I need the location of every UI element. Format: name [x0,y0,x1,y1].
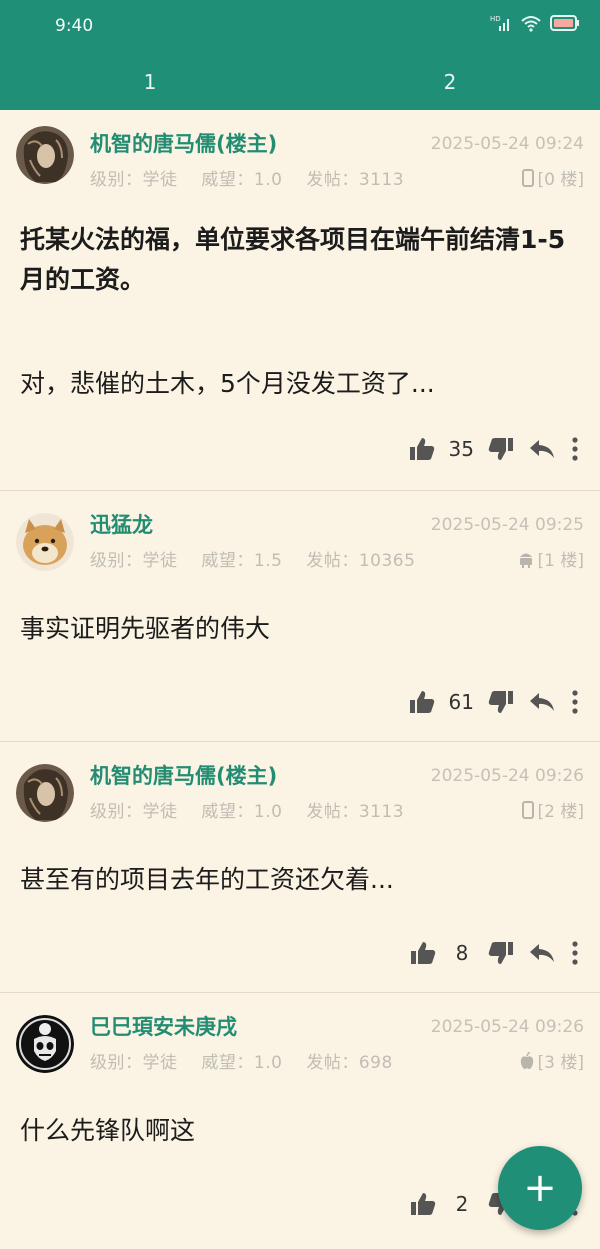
username[interactable]: 机智的唐马儒(楼主) [90,128,277,158]
avatar[interactable] [16,1015,74,1073]
post-time: 2025-05-24 09:25 [430,515,584,535]
avatar[interactable] [16,126,74,184]
top-bar: 9:40 HD 1 2 [0,0,600,110]
username[interactable]: 迅猛龙 [90,509,153,539]
user-level: 级别：学徒 [90,802,178,822]
user-post-count: 发帖：3113 [306,170,405,190]
wifi-icon [520,14,542,32]
post-floor-0: 机智的唐马儒(楼主) 2025-05-24 09:24 级别：学徒 威望：1.0… [0,110,600,491]
post-time: 2025-05-24 09:24 [430,134,584,154]
floor-label: [1 楼] [518,546,584,571]
user-post-count: 发帖：698 [306,1053,393,1073]
more-options-icon[interactable] [570,940,580,966]
post-text: 什么先锋队啊这 [20,1116,196,1145]
post-text: 对，悲催的土木，5个月没发工资了... [20,369,435,398]
user-meta: 级别：学徒 威望：1.0 发帖：3113 [90,165,422,190]
avatar[interactable] [16,764,74,822]
phone-icon [521,168,534,187]
plus-icon: + [523,1165,557,1211]
tab-page-2[interactable]: 2 [300,64,600,100]
user-level: 级别：学徒 [90,1053,178,1073]
user-prestige: 威望：1.0 [201,802,283,822]
floor-label: [2 楼] [521,797,584,822]
phone-icon [521,800,534,819]
post-text-bold: 托某火法的福，单位要求各项目在端午前结清1-5月的工资。 [20,225,566,294]
post-text: 事实证明先驱者的伟大 [20,614,271,643]
status-time: 9:40 [55,16,94,36]
floor-number: [0 楼] [537,170,584,190]
like-count: 61 [448,690,474,714]
thumbs-up-icon[interactable] [410,1192,436,1216]
avatar[interactable] [16,513,74,571]
user-prestige: 威望：1.5 [201,551,283,571]
battery-icon [550,14,580,32]
apple-icon [520,1051,534,1070]
post-floor-1: 迅猛龙 2025-05-24 09:25 级别：学徒 威望：1.5 发帖：103… [0,491,600,742]
more-options-icon[interactable] [570,689,580,715]
floor-label: [3 楼] [520,1048,584,1073]
thumbs-up-icon[interactable] [409,437,435,461]
status-icons: HD [490,14,580,32]
tab-page-1[interactable]: 1 [0,64,300,100]
thumbs-up-icon[interactable] [410,941,436,965]
post-time: 2025-05-24 09:26 [430,1017,584,1037]
signal-icon: HD [490,14,512,32]
more-options-icon[interactable] [570,436,580,462]
post-time: 2025-05-24 09:26 [430,766,584,786]
username[interactable]: 巳巳頊安未庚戌 [90,1011,237,1041]
thumbs-down-icon[interactable] [488,690,514,714]
reply-icon[interactable] [528,438,556,460]
user-level: 级别：学徒 [90,170,178,190]
floor-label: [0 楼] [521,165,584,190]
floor-number: [1 楼] [537,551,584,571]
thumbs-down-icon[interactable] [488,437,514,461]
user-meta: 级别：学徒 威望：1.5 发帖：10365 [90,546,433,571]
post-actions: 8 [410,940,580,966]
post-actions: 35 [409,436,580,462]
thumbs-down-icon[interactable] [488,941,514,965]
user-post-count: 发帖：10365 [306,551,416,571]
reply-icon[interactable] [528,942,556,964]
post-floor-2: 机智的唐马儒(楼主) 2025-05-24 09:26 级别：学徒 威望：1.0… [0,742,600,993]
user-meta: 级别：学徒 威望：1.0 发帖：3113 [90,797,422,822]
reply-icon[interactable] [528,691,556,713]
post-actions: 61 [409,689,580,715]
android-icon [518,550,534,568]
user-meta: 级别：学徒 威望：1.0 发帖：698 [90,1048,411,1073]
post-text: 甚至有的项目去年的工资还欠着... [20,865,394,894]
svg-text:HD: HD [490,15,501,23]
like-count: 8 [455,941,469,965]
new-reply-button[interactable]: + [498,1146,582,1230]
thumbs-up-icon[interactable] [409,690,435,714]
floor-number: [3 楼] [537,1053,584,1073]
user-prestige: 威望：1.0 [201,170,283,190]
floor-number: [2 楼] [537,802,584,822]
page-tabs: 1 2 [0,64,600,100]
user-post-count: 发帖：3113 [306,802,405,822]
username[interactable]: 机智的唐马儒(楼主) [90,760,277,790]
like-count: 35 [448,437,474,461]
user-prestige: 威望：1.0 [201,1053,283,1073]
like-count: 2 [455,1192,469,1216]
user-level: 级别：学徒 [90,551,178,571]
